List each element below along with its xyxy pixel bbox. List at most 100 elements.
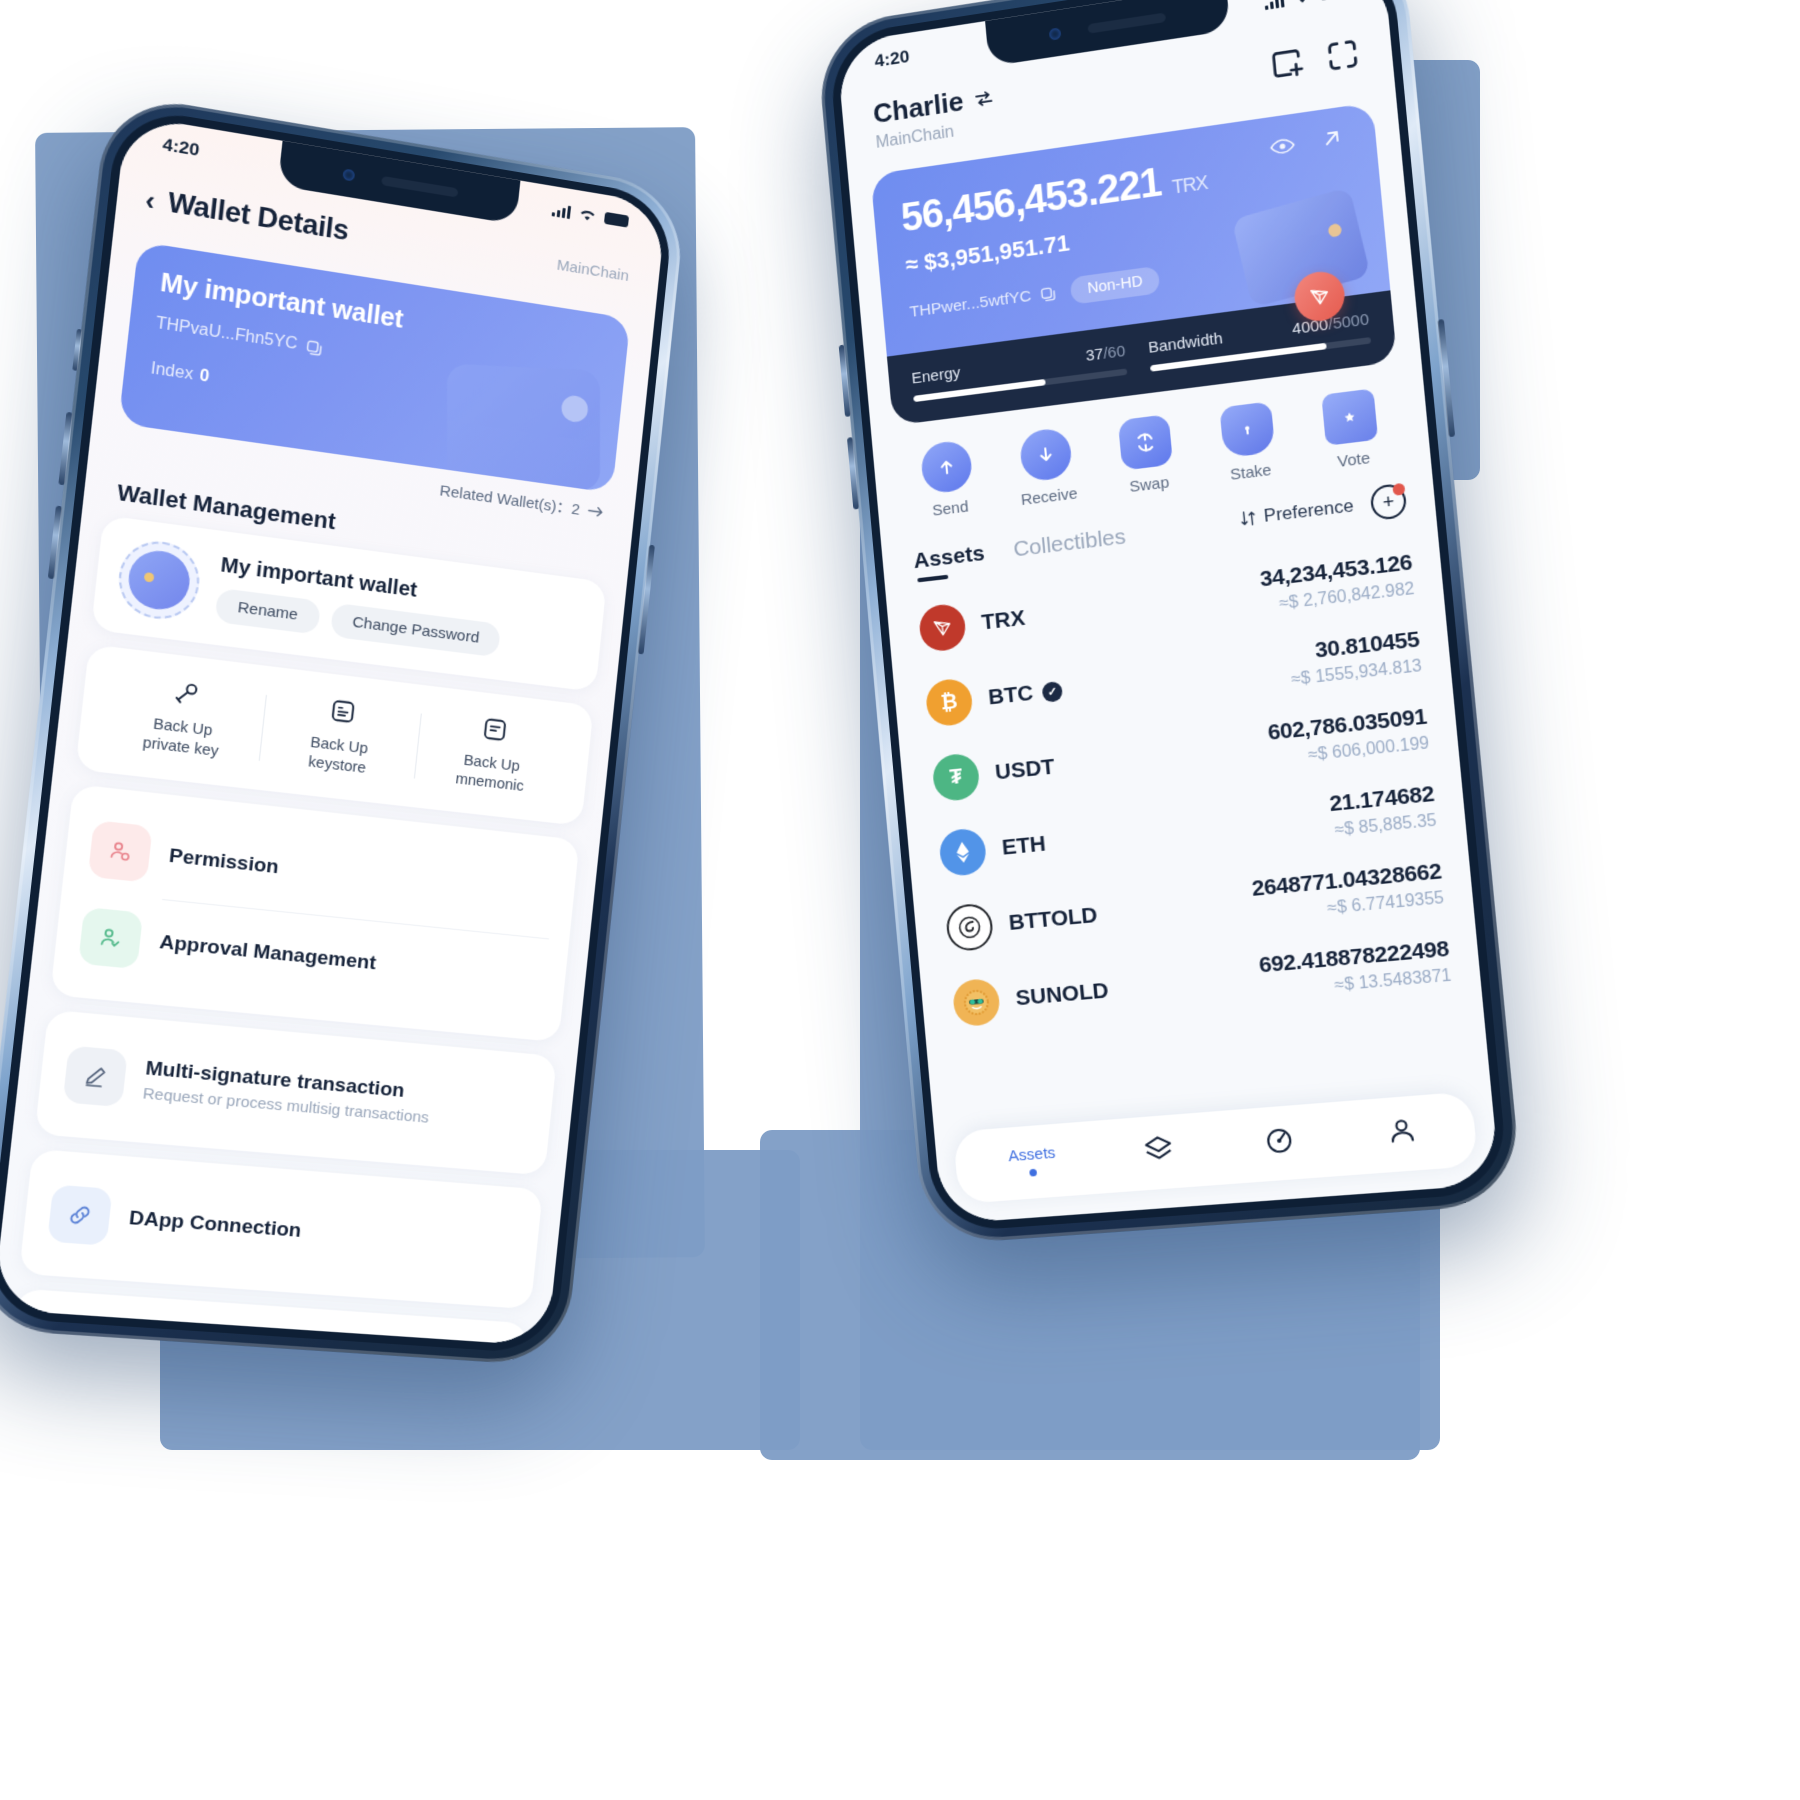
mnemonic-file-icon <box>424 708 565 755</box>
backup-line1: Back Up <box>309 734 369 758</box>
wallet-address-row[interactable]: THPwer...5wtfYC <box>909 284 1057 322</box>
wallet-index-label: Index <box>149 359 195 384</box>
asset-amount: 34,234,453.126 <box>1258 550 1414 592</box>
wallet-details-app: 4:20 ‹ Wallet Details MainChain My impor… <box>0 114 667 1347</box>
status-time: 4:20 <box>873 46 911 72</box>
wifi-icon <box>580 209 595 222</box>
action-send[interactable]: Send <box>901 437 994 523</box>
copy-icon[interactable] <box>1039 285 1057 304</box>
permission-card: Permission Approval Management <box>50 783 580 1042</box>
resource-label: Bandwidth <box>1147 329 1224 358</box>
menu-label: Approval Management <box>158 931 378 975</box>
backup-private-key-button[interactable]: Back Up private key <box>99 665 267 770</box>
asset-fiat: ≈$ 2,760,842.982 <box>1278 580 1416 614</box>
rename-button[interactable]: Rename <box>214 587 321 635</box>
battery-icon <box>1319 0 1347 1</box>
phone-mockup-wallet-home: 4:20 Charlie MainChain 56,456,453.221 TR… <box>815 0 1524 1246</box>
asset-list[interactable]: TRX 34,234,453.126 ≈$ 2,760,842.982 ₿ BT… <box>885 522 1491 1129</box>
arrow-up-right-icon[interactable] <box>1320 126 1344 157</box>
menu-item-dapp-connection[interactable]: DApp Connection <box>43 1169 521 1289</box>
resource-label: Energy <box>910 363 962 388</box>
action-label: Swap <box>1128 473 1170 497</box>
asset-amount: 21.174682 <box>1328 781 1436 817</box>
status-badge-hd-type: Non-HD <box>1069 265 1161 305</box>
resource-value: 37 <box>1084 345 1105 366</box>
wifi-icon <box>1294 0 1310 4</box>
nav-item-dapps[interactable] <box>1141 1132 1176 1172</box>
keystore-file-icon <box>270 690 415 738</box>
chevron-left-icon[interactable]: ‹ <box>144 184 157 216</box>
backup-line2: private key <box>141 734 220 761</box>
add-wallet-icon[interactable] <box>1267 43 1307 84</box>
phone-screen-left: 4:20 ‹ Wallet Details MainChain My impor… <box>0 114 667 1347</box>
tether-coin-icon: ₮ <box>931 752 981 803</box>
resource-max: 60 <box>1106 342 1127 363</box>
preference-button[interactable]: Preference <box>1238 495 1355 530</box>
resource-bandwidth[interactable]: Bandwidth 4000/5000 <box>1147 310 1372 372</box>
plus-circle-icon[interactable]: + <box>1369 482 1408 521</box>
switch-account-icon[interactable] <box>973 87 995 109</box>
tron-logo-icon <box>1292 268 1347 325</box>
menu-label: Multi-signature transaction <box>144 1057 406 1103</box>
menu-item-permission[interactable]: Permission <box>84 805 558 938</box>
backup-keystore-button[interactable]: Back Up keystore <box>258 685 422 789</box>
asset-symbol: ETH <box>1000 831 1047 860</box>
signal-bars-icon <box>551 203 572 219</box>
swap-icon <box>1117 414 1174 471</box>
asset-fiat: ≈$ 85,885.35 <box>1333 811 1438 840</box>
asset-symbol: BTTOLD <box>1007 902 1099 936</box>
action-receive[interactable]: Receive <box>999 424 1093 511</box>
scan-qr-icon[interactable] <box>1323 34 1363 75</box>
account-switcher[interactable]: Charlie MainChain <box>872 81 998 153</box>
nav-item-explore[interactable] <box>1261 1122 1297 1162</box>
asset-symbol: SUNOLD <box>1014 978 1110 1011</box>
resource-max: 5000 <box>1331 310 1370 334</box>
volume-up-button[interactable] <box>838 344 852 418</box>
asset-amount: 30.810455 <box>1314 627 1421 663</box>
balance-card: 56,456,453.221 TRX ≈ $3,951,951.71 THPwe… <box>870 102 1398 426</box>
backup-line2: keystore <box>307 753 367 777</box>
asset-amount: 692.418878222498 <box>1257 936 1450 978</box>
volume-down-button[interactable] <box>846 436 860 510</box>
approval-user-check-icon <box>78 906 144 969</box>
nav-item-assets[interactable]: Assets <box>1008 1144 1058 1178</box>
asset-fiat: ≈$ 6.77419355 <box>1326 889 1445 918</box>
action-stake[interactable]: Stake <box>1200 399 1297 487</box>
pencil-icon <box>62 1045 128 1107</box>
change-password-button[interactable]: Change Password <box>329 602 502 658</box>
arrow-up-icon <box>919 439 974 495</box>
copy-icon[interactable] <box>305 338 325 358</box>
ticket-star-icon <box>1321 388 1379 446</box>
wallet-card-artwork <box>447 363 600 492</box>
menu-item-multisig-transaction[interactable]: Multi-signature transaction Request or p… <box>59 1030 535 1155</box>
key-icon <box>112 670 261 718</box>
resource-energy[interactable]: Energy 37/60 <box>910 342 1128 403</box>
asset-symbol: USDT <box>994 754 1056 785</box>
action-vote[interactable]: Vote <box>1302 386 1400 475</box>
ethereum-coin-icon <box>938 827 988 878</box>
dapp-connection-card: DApp Connection <box>19 1148 544 1309</box>
explore-icon <box>1261 1122 1296 1157</box>
verified-badge-icon: ✓ <box>1041 680 1064 703</box>
wallet-avatar-icon <box>114 536 204 624</box>
sort-arrows-icon <box>1239 509 1258 528</box>
wallet-home-app: 4:20 Charlie MainChain 56,456,453.221 TR… <box>836 0 1501 1225</box>
asset-fiat: ≈$ 13.5483871 <box>1333 966 1453 995</box>
shield-lock-icon <box>1218 401 1275 459</box>
action-label: Stake <box>1229 461 1273 485</box>
asset-amount: 2648771.04328662 <box>1250 858 1443 902</box>
asset-amount: 602,786.035091 <box>1266 704 1428 746</box>
eye-icon[interactable] <box>1269 135 1297 163</box>
action-swap[interactable]: Swap <box>1099 412 1195 499</box>
nav-label: Assets <box>1007 1144 1057 1166</box>
wallet-3d-illustration <box>1231 186 1371 308</box>
backup-mnemonic-button[interactable]: Back Up mnemonic <box>412 703 571 805</box>
menu-label: DApp Connection <box>127 1206 303 1242</box>
profile-icon <box>1383 1113 1419 1148</box>
phone-bezel-right: 4:20 Charlie MainChain 56,456,453.221 TR… <box>827 0 1510 1234</box>
asset-symbol: BTC <box>987 680 1035 710</box>
arrow-down-icon <box>1018 426 1073 483</box>
delete-wallet-button[interactable]: Delete wallet <box>31 1309 507 1346</box>
nav-item-profile[interactable] <box>1383 1113 1419 1153</box>
bitcoin-coin-icon: ₿ <box>924 677 974 728</box>
